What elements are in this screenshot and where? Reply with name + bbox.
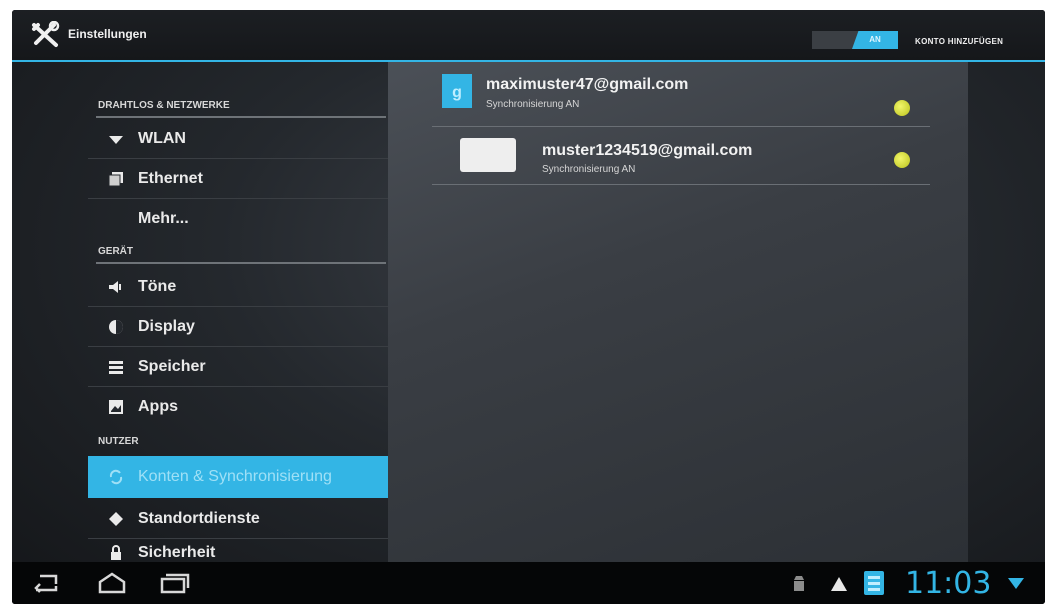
home-icon[interactable] — [92, 570, 132, 596]
menu-item-more[interactable]: Mehr... — [88, 200, 388, 238]
menu-item-apps[interactable]: Apps — [88, 388, 388, 426]
tablet-device: Einstellungen AN KONTO HINZUFÜGEN DRAHTL… — [12, 10, 1045, 604]
menu-item-label: Speicher — [138, 358, 206, 375]
menu-item-label: Sicherheit — [138, 544, 216, 561]
account-row[interactable]: g maximuster47@gmail.com Synchronisierun… — [432, 70, 930, 127]
menu-item-location[interactable]: Standortdienste — [88, 500, 388, 539]
apps-icon — [109, 400, 123, 414]
tools-icon[interactable] — [30, 21, 60, 49]
status-clock[interactable]: 11:03 — [905, 566, 991, 601]
wifi-icon — [109, 136, 123, 144]
section-header-device: GERÄT — [98, 246, 133, 257]
menu-item-label: Ethernet — [138, 170, 203, 187]
account-row[interactable]: muster1234519@gmail.com Synchronisierung… — [432, 128, 930, 185]
menu-item-ethernet[interactable]: Ethernet — [88, 160, 388, 199]
menu-item-storage[interactable]: Speicher — [88, 348, 388, 387]
accounts-panel: g maximuster47@gmail.com Synchronisierun… — [388, 62, 968, 562]
system-nav-bar: 11:03 — [12, 562, 1045, 604]
action-bar: Einstellungen AN KONTO HINZUFÜGEN — [12, 10, 1045, 62]
svg-text:g: g — [452, 84, 462, 101]
google-icon: g — [442, 74, 472, 108]
menu-item-display[interactable]: Display — [88, 308, 388, 347]
speaker-icon — [109, 281, 121, 293]
android-debug-icon — [794, 576, 804, 591]
ethernet-icon — [108, 172, 123, 187]
email-account-icon — [460, 138, 516, 172]
menu-item-label: Töne — [138, 278, 177, 295]
account-sync-status: Synchronisierung AN — [486, 99, 580, 110]
menu-item-sounds[interactable]: Töne — [88, 268, 388, 307]
section-divider — [96, 262, 386, 264]
menu-item-accounts-sync[interactable]: Konten & Synchronisierung — [88, 456, 388, 498]
app-title: Einstellungen — [68, 27, 147, 41]
account-sync-status: Synchronisierung AN — [542, 164, 636, 175]
sync-icon — [109, 469, 123, 485]
menu-item-label: Display — [138, 318, 195, 335]
section-divider — [96, 116, 386, 118]
storage-notification-icon — [864, 571, 884, 595]
menu-item-wlan[interactable]: WLAN — [88, 120, 388, 159]
section-header-user: NUTZER — [98, 436, 139, 447]
wifi-signal-icon — [1008, 578, 1024, 589]
account-email: maximuster47@gmail.com — [486, 76, 689, 93]
menu-item-label: WLAN — [138, 130, 186, 147]
menu-item-label: Mehr... — [138, 210, 189, 227]
section-header-wireless: DRAHTLOS & NETZWERKE — [98, 100, 230, 111]
settings-menu: DRAHTLOS & NETZWERKE WLAN Ethernet Mehr.… — [88, 62, 388, 562]
menu-item-label: Standortdienste — [138, 510, 260, 527]
sync-status-indicator — [894, 152, 910, 168]
sync-toggle-knob: AN — [852, 31, 898, 49]
back-icon[interactable] — [26, 570, 66, 596]
display-icon — [109, 320, 123, 334]
menu-item-security[interactable]: Sicherheit — [88, 540, 388, 562]
menu-item-label: Konten & Synchronisierung — [138, 468, 332, 485]
add-account-button[interactable]: KONTO HINZUFÜGEN — [915, 37, 1003, 46]
location-icon — [109, 512, 123, 526]
warning-icon — [831, 577, 847, 591]
account-email: muster1234519@gmail.com — [542, 142, 753, 159]
sync-status-indicator — [894, 100, 910, 116]
sync-toggle[interactable]: AN — [812, 31, 898, 49]
settings-screen: Einstellungen AN KONTO HINZUFÜGEN DRAHTL… — [12, 10, 1045, 604]
lock-icon — [111, 545, 121, 560]
storage-icon — [109, 361, 123, 374]
menu-item-label: Apps — [138, 398, 178, 415]
recent-apps-icon[interactable] — [154, 570, 194, 596]
